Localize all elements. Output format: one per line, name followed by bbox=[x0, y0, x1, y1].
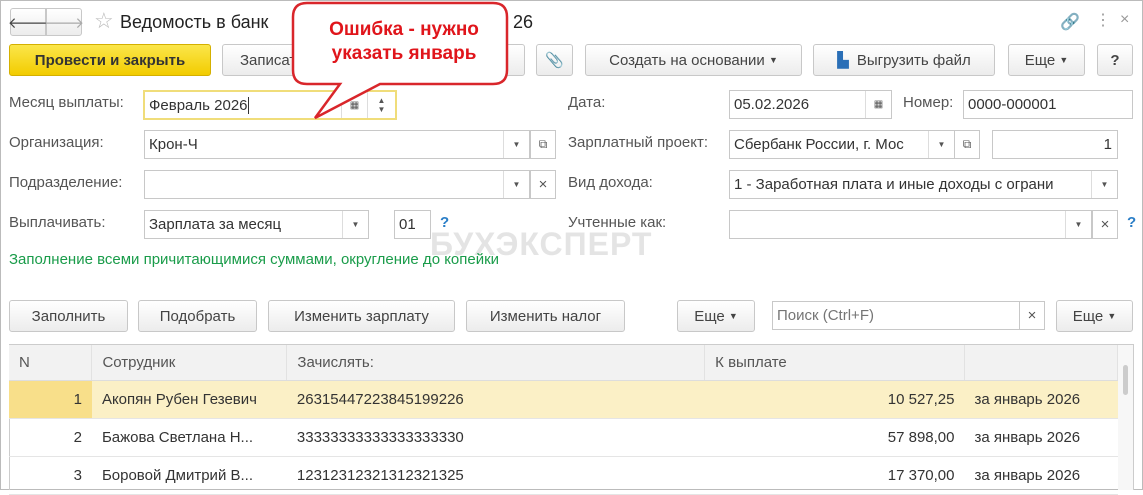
table-more2-button[interactable]: Еще ▼ bbox=[1056, 300, 1133, 332]
chevron-down-icon: ▼ bbox=[1059, 55, 1069, 65]
more-label: Еще bbox=[1072, 307, 1104, 325]
col-amount[interactable]: К выплате bbox=[704, 345, 965, 381]
col-account[interactable]: Зачислять: bbox=[286, 345, 706, 381]
row-period-link[interactable]: за январь 2026 bbox=[975, 429, 1081, 446]
month-label: Месяц выплаты: bbox=[9, 94, 124, 111]
clear-icon[interactable]: × bbox=[530, 170, 556, 199]
dropdown-icon[interactable]: ▼ bbox=[503, 131, 529, 158]
department-label: Подразделение: bbox=[9, 174, 123, 191]
organization-input[interactable]: Крон-Ч ▼ bbox=[144, 130, 530, 159]
help-icon[interactable]: ? bbox=[1127, 214, 1136, 231]
dropdown-icon[interactable]: ▼ bbox=[1091, 171, 1117, 198]
row-account: 26315447223845199226 bbox=[286, 380, 705, 419]
open-icon[interactable]: ⧉ bbox=[530, 130, 556, 159]
number-label: Номер: bbox=[903, 94, 954, 111]
row-n: 3 bbox=[9, 456, 92, 495]
clear-icon[interactable]: × bbox=[1092, 210, 1118, 239]
dropdown-icon[interactable]: ▼ bbox=[342, 211, 368, 238]
post-and-close-button[interactable]: Провести и закрыть bbox=[9, 44, 211, 76]
table-more-button[interactable]: Еще ▼ bbox=[677, 300, 755, 332]
row-period-link[interactable]: за январь 2026 bbox=[975, 391, 1081, 408]
export-label: Выгрузить файл bbox=[856, 51, 971, 69]
income-type-label: Вид дохода: bbox=[568, 174, 653, 191]
organization-value: Крон-Ч bbox=[149, 136, 198, 153]
clear-search-icon[interactable]: × bbox=[1019, 301, 1045, 330]
table-row[interactable]: 2 Бажова Светлана Н... 33333333333333333… bbox=[9, 418, 1118, 457]
number-input[interactable]: 0000-000001 bbox=[963, 90, 1133, 119]
more-label: Еще bbox=[1024, 51, 1056, 69]
chevron-down-icon: ▼ bbox=[728, 311, 738, 321]
row-amount: 57 898,00 bbox=[704, 418, 965, 457]
pay-label: Выплачивать: bbox=[9, 214, 106, 231]
salary-project-input[interactable]: Сбербанк России, г. Мос ▼ bbox=[729, 130, 955, 159]
export-file-button[interactable]: ▙ Выгрузить файл bbox=[813, 44, 995, 76]
col-n[interactable]: N bbox=[9, 345, 93, 381]
organization-label: Организация: bbox=[9, 134, 104, 151]
forward-button[interactable]: 🡒 bbox=[44, 8, 84, 36]
row-n: 2 bbox=[9, 418, 92, 457]
table-scrollbar[interactable] bbox=[1118, 345, 1133, 490]
pay-select[interactable]: Зарплата за месяц ▼ bbox=[144, 210, 369, 239]
favorite-star-icon[interactable]: ☆ bbox=[94, 8, 114, 34]
help-button[interactable]: ? bbox=[1097, 44, 1133, 76]
table-header: N Сотрудник Зачислять: К выплате bbox=[9, 345, 1118, 381]
window-title: Ведомость в банк bbox=[120, 12, 269, 32]
date-input[interactable]: 05.02.2026 ▦ bbox=[729, 90, 892, 119]
income-type-input[interactable]: 1 - Заработная плата и иные доходы с огр… bbox=[729, 170, 1118, 199]
calendar-icon[interactable]: ▦ bbox=[865, 91, 891, 118]
row-amount: 17 370,00 bbox=[704, 456, 965, 495]
export-icon: ▙ bbox=[837, 52, 849, 69]
open-icon[interactable]: ⧉ bbox=[954, 130, 980, 159]
department-input[interactable]: ▼ bbox=[144, 170, 530, 199]
chevron-down-icon: ▼ bbox=[1107, 311, 1117, 321]
callout-line2: указать январь bbox=[331, 43, 477, 64]
scrollbar-thumb[interactable] bbox=[1123, 365, 1128, 395]
fill-settings-link[interactable]: Заполнение всеми причитающимися суммами,… bbox=[9, 251, 509, 269]
col-employee[interactable]: Сотрудник bbox=[91, 345, 288, 381]
row-account: 33333333333333333330 bbox=[286, 418, 705, 457]
more-label: Еще bbox=[694, 307, 725, 325]
change-salary-button[interactable]: Изменить зарплату bbox=[268, 300, 455, 332]
create-based-label: Создать на основании bbox=[609, 51, 765, 69]
paperclip-icon: 📎 bbox=[545, 52, 564, 69]
row-period-link[interactable]: за январь 2026 bbox=[975, 467, 1081, 484]
pay-day-input[interactable]: 01 bbox=[394, 210, 431, 239]
row-account: 12312312321312321325 bbox=[286, 456, 705, 495]
search-input[interactable] bbox=[772, 301, 1020, 330]
date-value: 05.02.2026 bbox=[734, 96, 810, 113]
link-icon[interactable]: 🔗 bbox=[1060, 12, 1080, 32]
chevron-down-icon: ▼ bbox=[768, 55, 778, 65]
table-row[interactable]: 1 Акопян Рубен Гезевич 26315447223845199… bbox=[9, 380, 1118, 419]
income-type-value: 1 - Заработная плата и иные доходы с огр… bbox=[734, 176, 1054, 193]
row-n: 1 bbox=[9, 380, 92, 419]
pay-value: Зарплата за месяц bbox=[149, 216, 282, 233]
counted-as-input[interactable]: ▼ bbox=[729, 210, 1092, 239]
dropdown-icon[interactable]: ▼ bbox=[503, 171, 529, 198]
change-tax-button[interactable]: Изменить налог bbox=[466, 300, 625, 332]
month-value: Февраль 2026 bbox=[149, 96, 248, 114]
dropdown-icon[interactable]: ▼ bbox=[1065, 211, 1091, 238]
pick-button[interactable]: Подобрать bbox=[138, 300, 257, 332]
employees-table: N Сотрудник Зачислять: К выплате 1 Акопя… bbox=[9, 345, 1118, 495]
back-button[interactable]: 🡐 bbox=[8, 8, 48, 36]
dropdown-icon[interactable]: ▼ bbox=[928, 131, 954, 158]
row-employee: Бажова Светлана Н... bbox=[91, 418, 287, 457]
create-based-on-button[interactable]: Создать на основании ▼ bbox=[585, 44, 802, 76]
col-period[interactable] bbox=[964, 345, 1118, 381]
callout-line1: Ошибка - нужно bbox=[329, 19, 479, 40]
fill-button[interactable]: Заполнить bbox=[9, 300, 128, 332]
attach-button[interactable]: 📎 bbox=[536, 44, 573, 76]
error-callout-text: Ошибка - нужно указать январь bbox=[293, 18, 515, 66]
row-employee: Акопян Рубен Гезевич bbox=[91, 380, 287, 419]
date-label: Дата: bbox=[568, 94, 606, 111]
row-employee: Боровой Дмитрий В... bbox=[91, 456, 287, 495]
salary-project-label: Зарплатный проект: bbox=[568, 134, 709, 151]
project-number-input[interactable]: 1 bbox=[992, 130, 1118, 159]
row-amount: 10 527,25 bbox=[704, 380, 965, 419]
more-dots-icon[interactable]: ⋮ bbox=[1095, 10, 1111, 30]
more-button[interactable]: Еще ▼ bbox=[1008, 44, 1085, 76]
close-icon[interactable]: × bbox=[1120, 11, 1129, 29]
table-row[interactable]: 3 Боровой Дмитрий В... 12312312321312321… bbox=[9, 456, 1118, 495]
salary-project-value: Сбербанк России, г. Мос bbox=[734, 136, 904, 153]
